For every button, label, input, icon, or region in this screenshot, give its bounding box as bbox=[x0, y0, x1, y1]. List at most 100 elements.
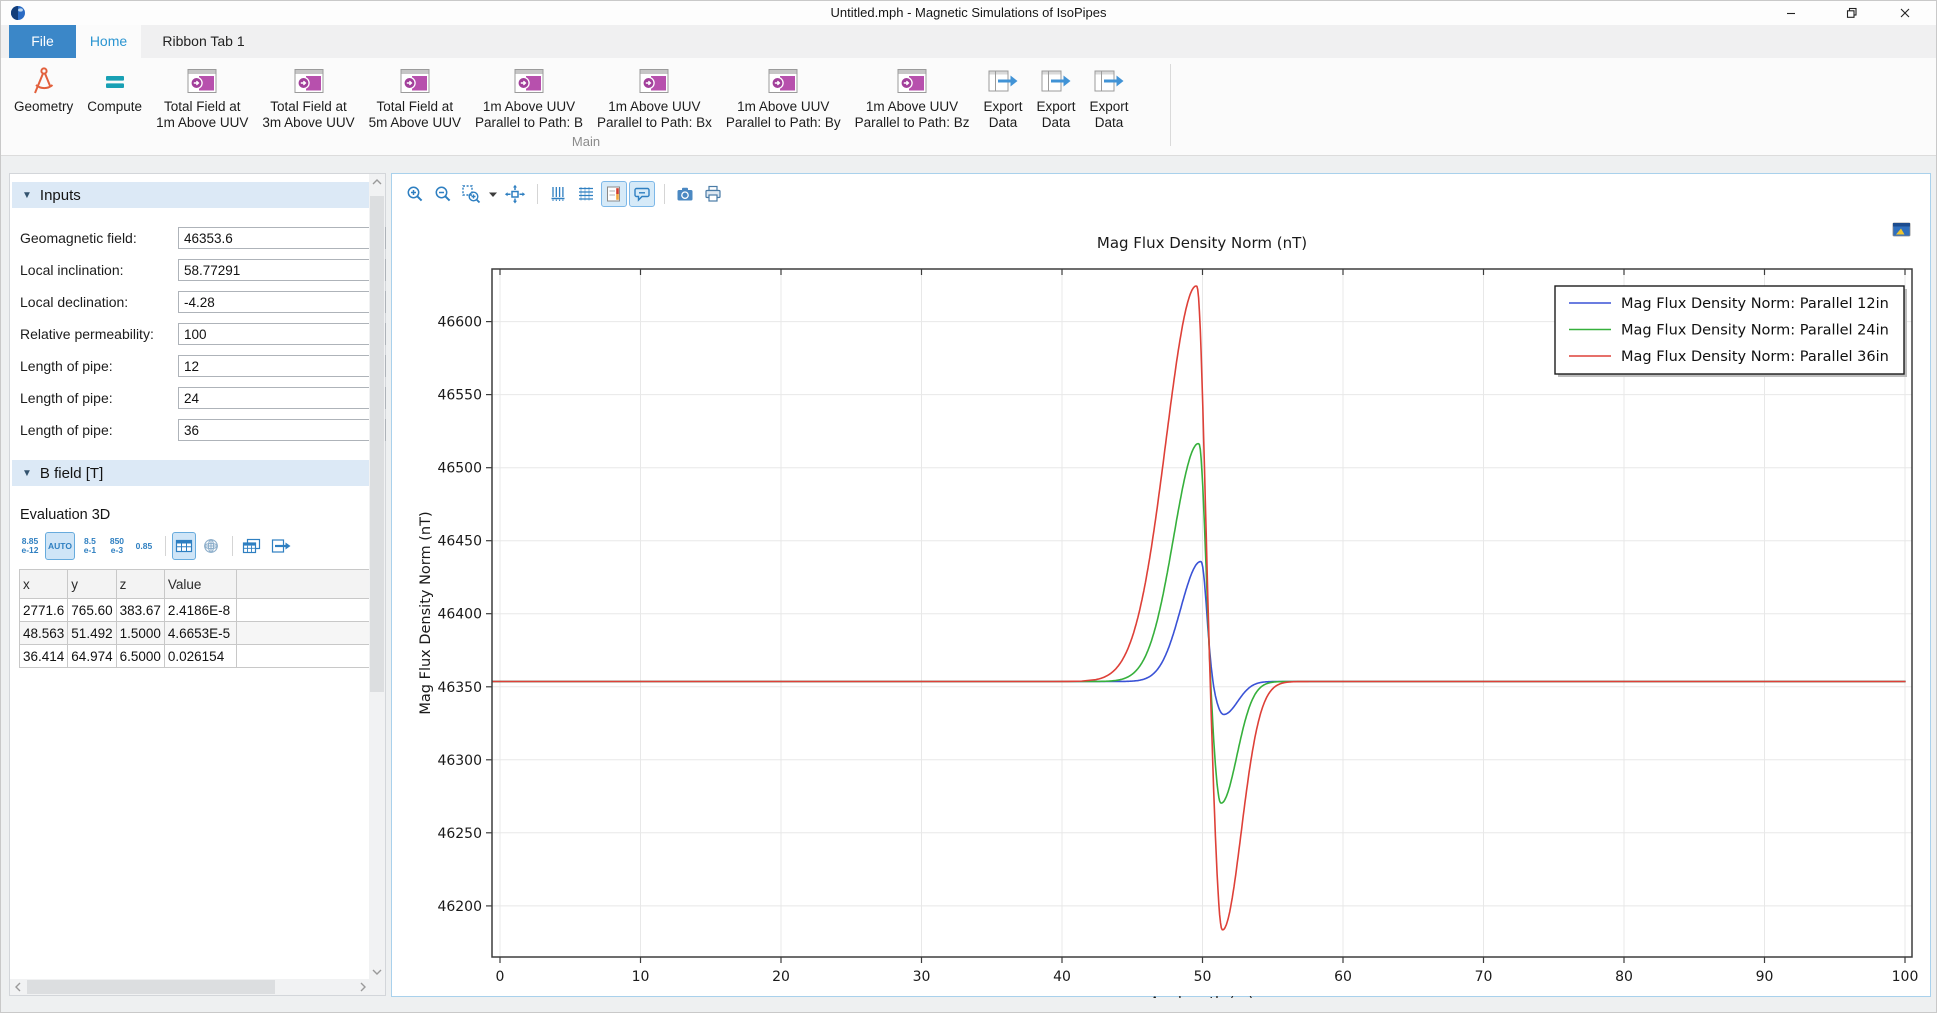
legend-entry: Mag Flux Density Norm: Parallel 24in bbox=[1621, 323, 1889, 339]
ribbon-button-label: 1m Above UUV Parallel to Path: Bz bbox=[855, 99, 970, 131]
table-cell: 1.5000 bbox=[116, 622, 164, 645]
local-inclination-input-1[interactable] bbox=[178, 259, 386, 281]
full-precision-button[interactable] bbox=[199, 532, 223, 560]
toolbar-separator bbox=[165, 536, 166, 556]
scroll-down-icon[interactable] bbox=[369, 964, 385, 980]
ribbon-button-label: 1m Above UUV Parallel to Path: B bbox=[475, 99, 583, 131]
plot-tooltip-button[interactable] bbox=[629, 181, 655, 207]
section-header-inputs[interactable]: ▼ Inputs bbox=[12, 182, 370, 208]
zoom-extents-button[interactable] bbox=[502, 181, 528, 207]
field-row: Relative permeability: bbox=[10, 323, 385, 345]
scrollbar-corner bbox=[369, 979, 385, 995]
copy-table-button[interactable] bbox=[239, 532, 265, 560]
zoom-out-icon bbox=[433, 184, 453, 204]
ribbon-button-label: Total Field at 3m Above UUV bbox=[262, 99, 354, 131]
relative-permeability-input-3[interactable] bbox=[178, 323, 386, 345]
tab-ribbon-1[interactable]: Ribbon Tab 1 bbox=[141, 25, 266, 58]
print-icon bbox=[703, 184, 723, 204]
table-cell: 36.414 bbox=[20, 645, 68, 668]
ribbon-button-total-field-at-1m-above-uuv[interactable]: Total Field at 1m Above UUV bbox=[149, 62, 255, 134]
zoom-in-icon bbox=[405, 184, 425, 204]
ribbon-button-compute[interactable]: Compute bbox=[80, 62, 149, 118]
ribbon-button-export-data[interactable]: Export Data bbox=[1083, 62, 1136, 134]
evaluation-toolbar: 8.85 e-12AUTO 8.5 e-1 850 e-30.85 bbox=[18, 531, 299, 561]
horizontal-scroll-thumb[interactable] bbox=[27, 980, 275, 994]
format-auto-button[interactable]: AUTO bbox=[45, 532, 75, 560]
table-column-header[interactable]: y bbox=[68, 570, 116, 599]
ribbon-button-total-field-at-3m-above-uuv[interactable]: Total Field at 3m Above UUV bbox=[255, 62, 361, 134]
length-of-pipe-input-4[interactable] bbox=[178, 355, 386, 377]
show-axis-button[interactable] bbox=[545, 181, 571, 207]
table-column-header[interactable]: Value bbox=[164, 570, 236, 599]
ribbon-button-export-data[interactable]: Export Data bbox=[1029, 62, 1082, 134]
ribbon-button-1m-above-uuv-parallel-to-path-bx[interactable]: 1m Above UUV Parallel to Path: Bx bbox=[590, 62, 719, 134]
svg-text:46200: 46200 bbox=[437, 899, 482, 915]
ribbon-button-1m-above-uuv-parallel-to-path-by[interactable]: 1m Above UUV Parallel to Path: By bbox=[719, 62, 848, 134]
svg-text:90: 90 bbox=[1756, 969, 1774, 985]
table-row[interactable]: 2771.6765.60383.672.4186E-8 bbox=[20, 599, 373, 622]
export-table-button[interactable] bbox=[268, 532, 296, 560]
ribbon-button-geometry[interactable]: Geometry bbox=[7, 62, 80, 118]
table-row[interactable]: 48.56351.4921.50004.6653E-5 bbox=[20, 622, 373, 645]
close-button[interactable] bbox=[1882, 1, 1928, 25]
svg-text:20: 20 bbox=[772, 969, 790, 985]
zoom-box-button[interactable] bbox=[458, 181, 484, 207]
show-grid-button[interactable] bbox=[573, 181, 599, 207]
show-legends-button[interactable] bbox=[601, 181, 627, 207]
scroll-left-icon[interactable] bbox=[10, 979, 26, 995]
plot-window-badge-icon[interactable] bbox=[1892, 222, 1912, 238]
zoom-box-dropdown[interactable] bbox=[486, 181, 500, 207]
horizontal-scrollbar[interactable] bbox=[10, 979, 371, 995]
table-row[interactable]: 36.41464.9746.50000.026154 bbox=[20, 645, 373, 668]
table-icon bbox=[175, 538, 193, 554]
table-cell bbox=[236, 622, 372, 645]
format-decimal-button[interactable]: 0.85 bbox=[132, 532, 156, 560]
ribbon-button-1m-above-uuv-parallel-to-path-bz[interactable]: 1m Above UUV Parallel to Path: Bz bbox=[848, 62, 977, 134]
geomagnetic-field-input-0[interactable] bbox=[178, 227, 386, 249]
local-declination-input-2[interactable] bbox=[178, 291, 386, 313]
svg-text:0: 0 bbox=[496, 969, 505, 985]
ribbon-buttons: Geometry ComputeTotal Field at 1m Above U… bbox=[7, 62, 1136, 142]
format-scientific-button[interactable]: 8.85 e-12 bbox=[18, 532, 42, 560]
evaluation-table: xyzValue 2771.6765.60383.672.4186E-848.5… bbox=[19, 569, 373, 668]
ribbon-button-1m-above-uuv-parallel-to-path-b[interactable]: 1m Above UUV Parallel to Path: B bbox=[468, 62, 590, 134]
tab-home[interactable]: Home bbox=[76, 25, 141, 58]
extents-icon bbox=[504, 184, 526, 204]
length-of-pipe-input-5[interactable] bbox=[178, 387, 386, 409]
minimize-button[interactable] bbox=[1768, 1, 1814, 25]
legend-entry: Mag Flux Density Norm: Parallel 36in bbox=[1621, 349, 1889, 365]
table-column-header[interactable]: z bbox=[116, 570, 164, 599]
svg-text:40: 40 bbox=[1053, 969, 1071, 985]
format-button-label: 8.5 e-1 bbox=[84, 537, 96, 555]
print-button[interactable] bbox=[700, 181, 726, 207]
ribbon-button-label: Geometry bbox=[14, 99, 73, 115]
scroll-up-icon[interactable] bbox=[369, 174, 385, 190]
image-snapshot-button[interactable] bbox=[672, 181, 698, 207]
ribbon-button-export-data[interactable]: Export Data bbox=[976, 62, 1029, 134]
plot-icon bbox=[637, 65, 671, 97]
section-header-bfield[interactable]: ▼ B field [T] bbox=[12, 460, 370, 486]
ribbon-button-label: Total Field at 1m Above UUV bbox=[156, 99, 248, 131]
vertical-scrollbar[interactable] bbox=[369, 174, 385, 980]
chart-title: Mag Flux Density Norm (nT) bbox=[1097, 234, 1307, 252]
table-cell: 4.6653E-5 bbox=[164, 622, 236, 645]
svg-text:46300: 46300 bbox=[437, 753, 482, 769]
zoom-in-button[interactable] bbox=[402, 181, 428, 207]
grid-icon bbox=[576, 184, 596, 204]
ribbon: Geometry ComputeTotal Field at 1m Above U… bbox=[1, 58, 1936, 156]
svg-text:46550: 46550 bbox=[437, 388, 482, 404]
length-of-pipe-input-6[interactable] bbox=[178, 419, 386, 441]
zoom-out-button[interactable] bbox=[430, 181, 456, 207]
table-view-button[interactable] bbox=[172, 532, 196, 560]
ribbon-button-total-field-at-5m-above-uuv[interactable]: Total Field at 5m Above UUV bbox=[362, 62, 468, 134]
tooltip-icon bbox=[632, 184, 652, 204]
field-label: Relative permeability: bbox=[20, 326, 154, 342]
vertical-scroll-thumb[interactable] bbox=[370, 196, 384, 692]
ribbon-button-label: Export Data bbox=[1036, 99, 1075, 131]
format-milli-button[interactable]: 850 e-3 bbox=[105, 532, 129, 560]
table-column-header[interactable] bbox=[236, 570, 372, 599]
restore-button[interactable] bbox=[1829, 1, 1875, 25]
table-column-header[interactable]: x bbox=[20, 570, 68, 599]
format-engineering-button[interactable]: 8.5 e-1 bbox=[78, 532, 102, 560]
tab-file[interactable]: File bbox=[9, 25, 76, 58]
